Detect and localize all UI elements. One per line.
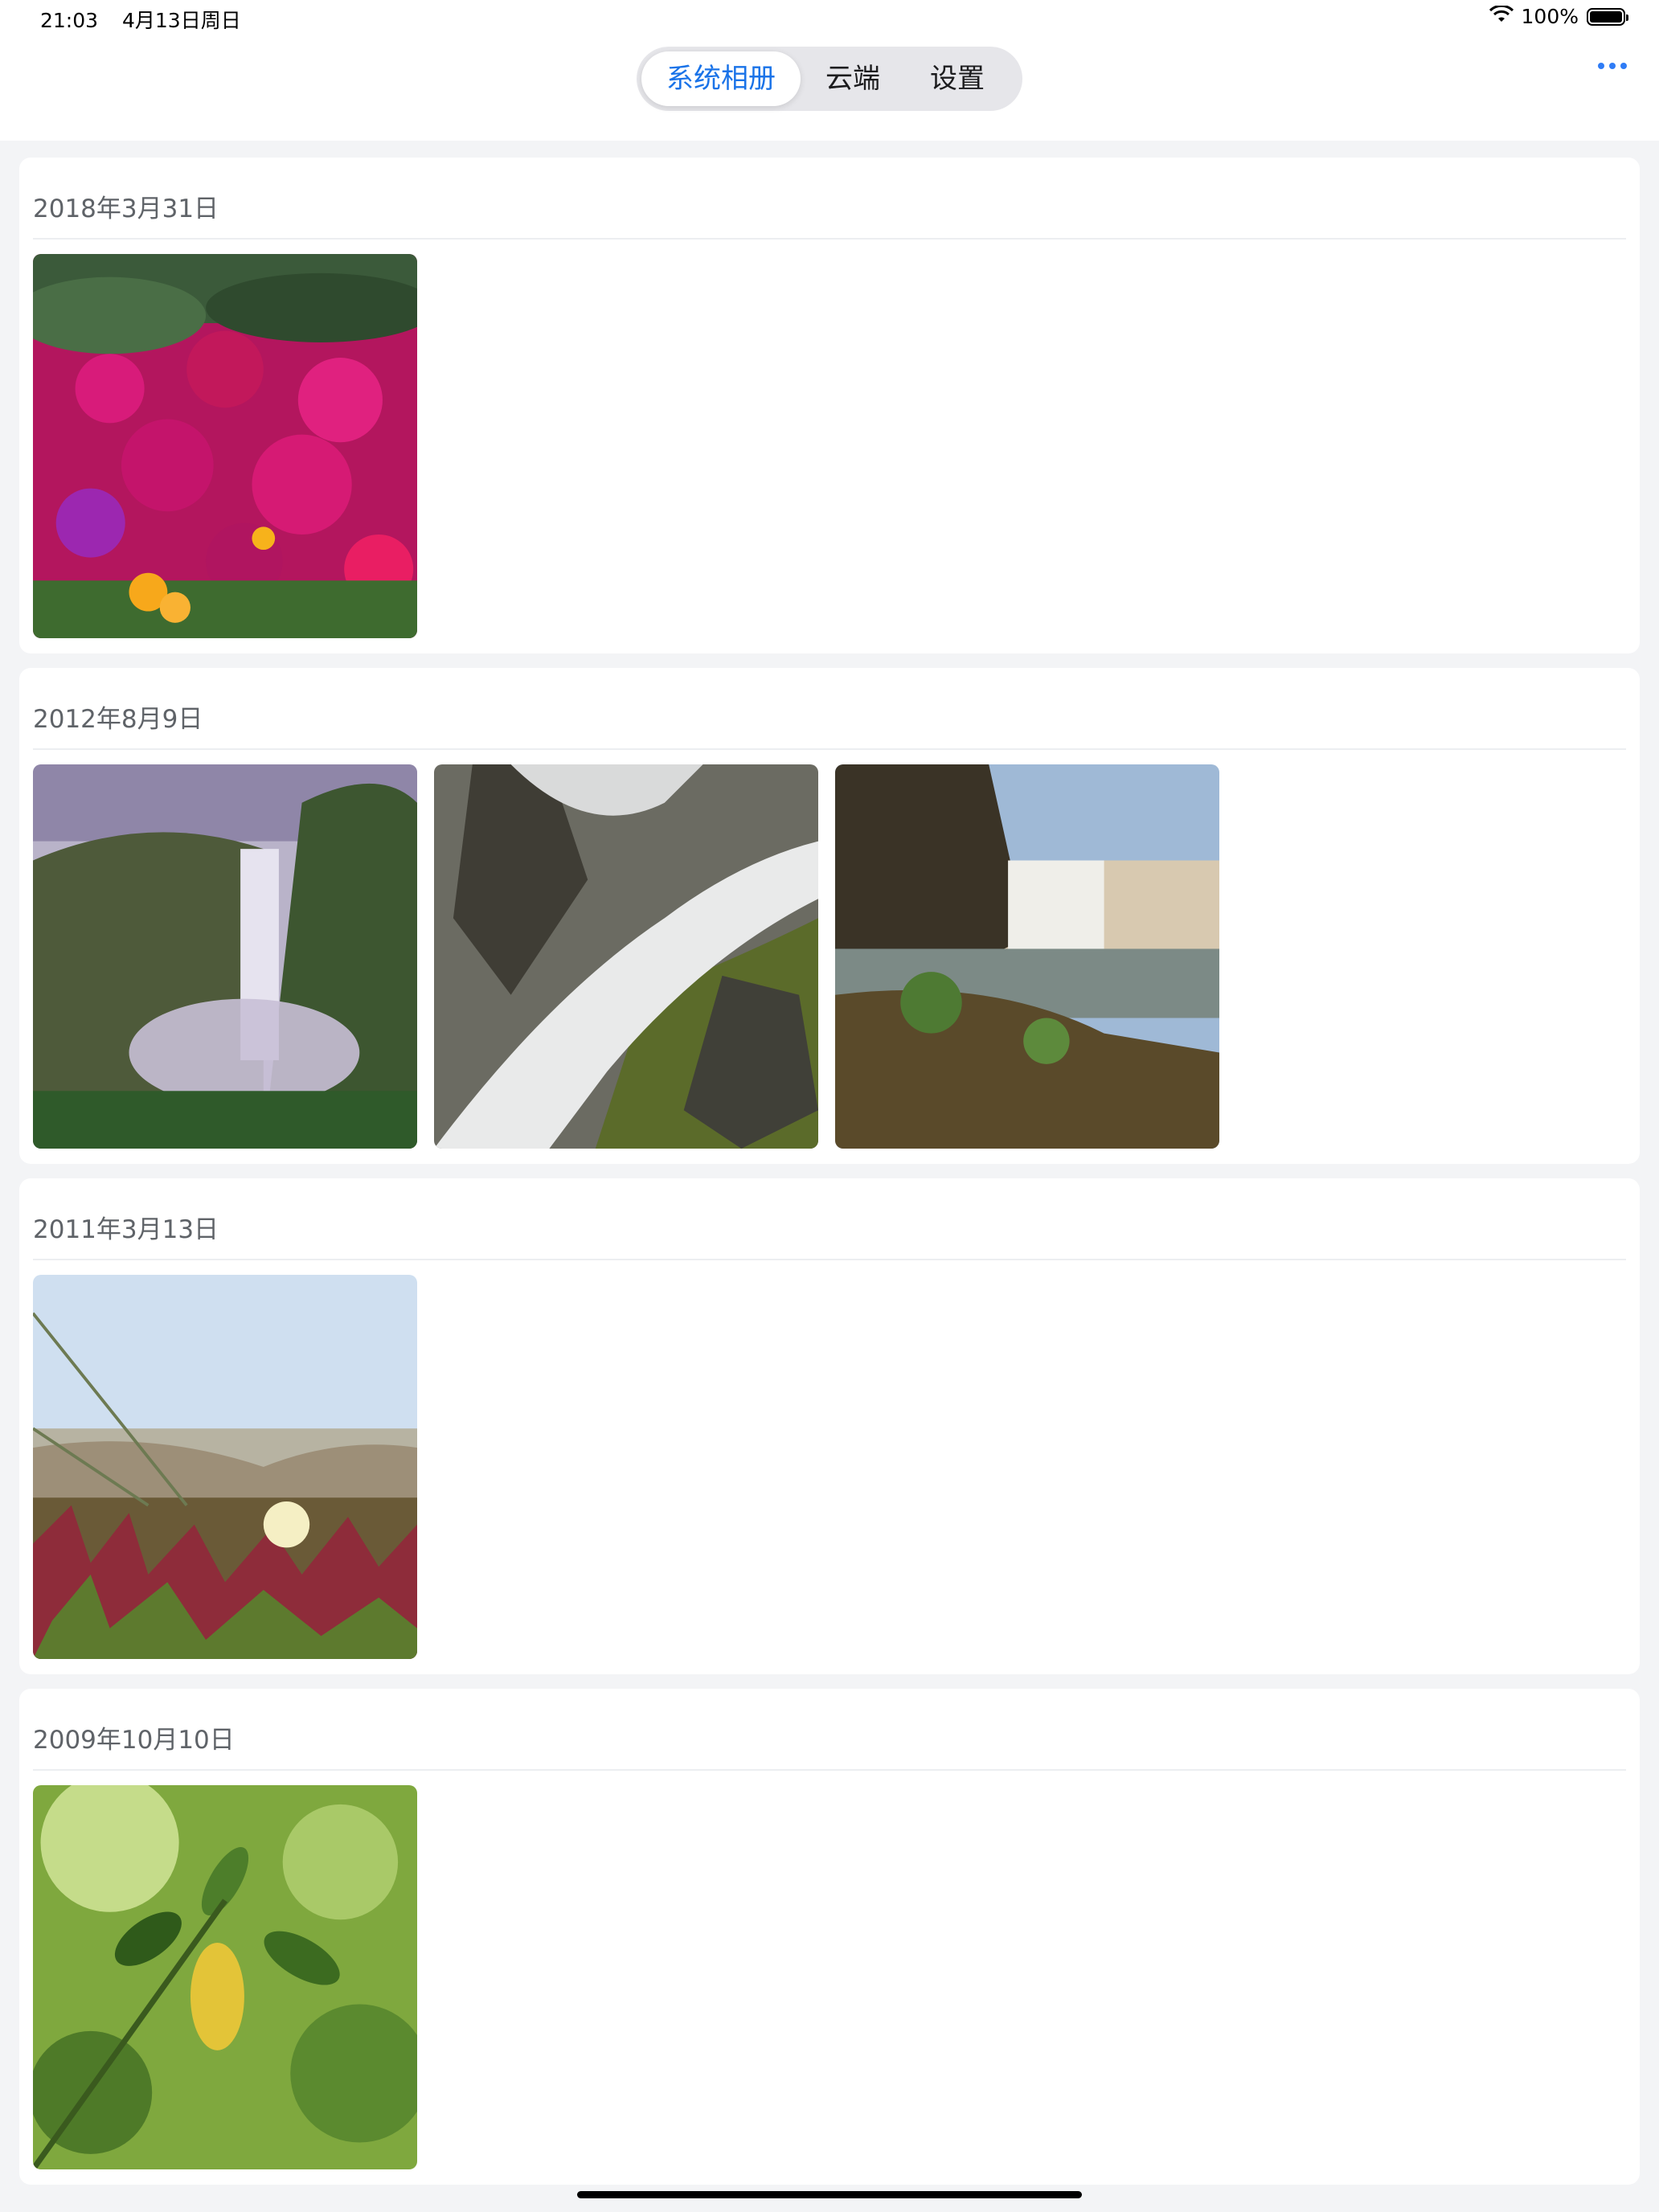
divider <box>33 238 1626 240</box>
divider <box>33 1259 1626 1260</box>
photo-thumbnail[interactable] <box>835 764 1219 1149</box>
tab-cloud[interactable]: 云端 <box>801 51 905 106</box>
photo-section: 2011年3月13日 <box>19 1178 1640 1674</box>
status-date: 4月13日周日 <box>122 9 241 32</box>
photo-section: 2018年3月31日 <box>19 158 1640 653</box>
photo-section: 2009年10月10日 <box>19 1689 1640 2185</box>
section-date: 2018年3月31日 <box>33 195 219 223</box>
photo-thumbnail[interactable] <box>33 254 417 638</box>
home-indicator[interactable] <box>577 2191 1082 2198</box>
section-date: 2009年10月10日 <box>33 1726 235 1755</box>
status-time: 21:03 <box>40 9 99 32</box>
divider <box>33 748 1626 750</box>
divider <box>33 1769 1626 1771</box>
photo-thumbnail[interactable] <box>33 1785 417 2169</box>
photo-thumbnail[interactable] <box>33 764 417 1149</box>
photo-section: 2012年8月9日 <box>19 668 1640 1164</box>
nav-bar: 系统相册 云端 设置 <box>0 40 1659 141</box>
segmented-control: 系统相册 云端 设置 <box>637 47 1022 111</box>
tab-settings[interactable]: 设置 <box>905 51 1010 106</box>
battery-percent: 100% <box>1521 5 1579 28</box>
photo-thumbnail[interactable] <box>434 764 818 1149</box>
tab-system-album[interactable]: 系统相册 <box>641 51 801 106</box>
section-date: 2012年8月9日 <box>33 705 203 734</box>
photo-thumbnail[interactable] <box>33 1275 417 1659</box>
wifi-icon <box>1489 4 1514 28</box>
battery-icon <box>1587 7 1628 26</box>
more-horizontal-icon[interactable] <box>1598 63 1627 69</box>
status-bar: 21:03 4月13日周日 100% <box>0 0 1659 40</box>
section-date: 2011年3月13日 <box>33 1215 219 1244</box>
